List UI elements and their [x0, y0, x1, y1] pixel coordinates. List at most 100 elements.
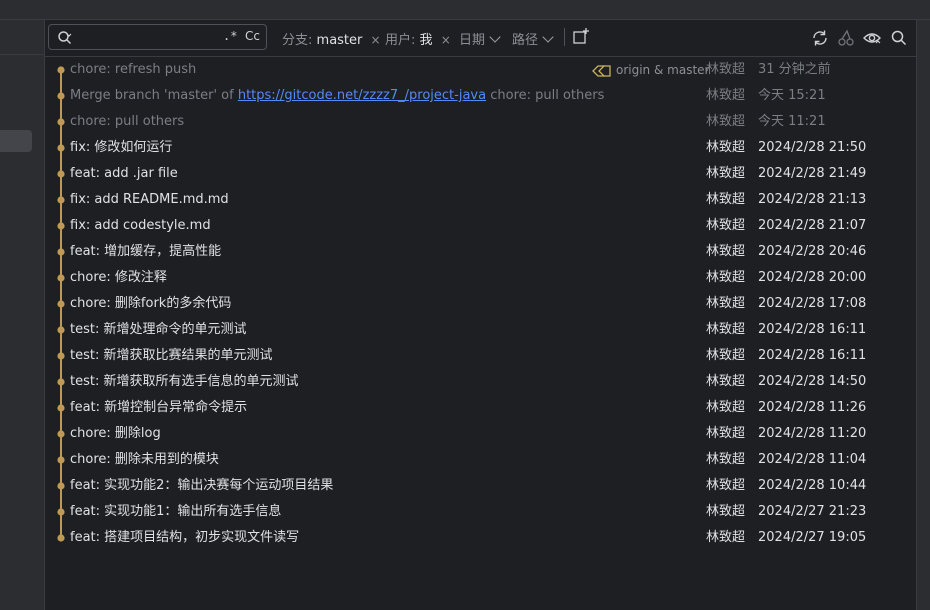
- chevron-down-icon: [542, 31, 554, 43]
- commit-subject: fix: add README.md.md: [70, 192, 229, 207]
- user-filter-value: 我: [419, 33, 433, 48]
- commit-date: 2024/2/28 14:50: [758, 374, 867, 389]
- right-panel: [916, 20, 930, 610]
- path-filter-label: 路径: [512, 33, 539, 48]
- commit-row[interactable]: chore: 删除log 林致超 2024/2/28 11:20: [45, 421, 916, 447]
- commit-row[interactable]: fix: add README.md.md 林致超 2024/2/28 21:13: [45, 187, 916, 213]
- commit-subject: feat: 搭建项目结构，初步实现文件读写: [70, 530, 300, 545]
- search-icon[interactable]: [57, 30, 73, 46]
- commit-row[interactable]: feat: 新增控制台异常命令提示 林致超 2024/2/28 11:26: [45, 395, 916, 421]
- match-case-toggle[interactable]: Cc: [245, 29, 260, 43]
- commit-author: 林致超: [706, 452, 746, 467]
- commit-author: 林致超: [706, 296, 746, 311]
- commit-author: 林致超: [706, 192, 746, 207]
- commit-author: 林致超: [706, 218, 746, 233]
- commit-subject: test: 新增获取所有选手信息的单元测试: [70, 374, 299, 389]
- commit-refs: origin & master: [591, 57, 709, 83]
- commit-author: 林致超: [706, 166, 746, 181]
- commit-author: 林致超: [706, 504, 746, 519]
- commit-date: 2024/2/28 21:49: [758, 166, 867, 181]
- new-tab-icon[interactable]: [572, 27, 590, 45]
- commit-author: 林致超: [706, 478, 746, 493]
- commit-row[interactable]: feat: add .jar file 林致超 2024/2/28 21:49: [45, 161, 916, 187]
- commit-subject: fix: add codestyle.md: [70, 218, 211, 233]
- commit-subject: fix: 修改如何运行: [70, 140, 173, 155]
- commit-author: 林致超: [706, 270, 746, 285]
- commit-row[interactable]: chore: 删除fork的多余代码 林致超 2024/2/28 17:08: [45, 291, 916, 317]
- commit-date: 2024/2/28 16:11: [758, 322, 867, 337]
- commit-subject: test: 新增处理命令的单元测试: [70, 322, 247, 337]
- commit-date: 2024/2/28 16:11: [758, 348, 867, 363]
- commit-subject: chore: 删除fork的多余代码: [70, 296, 232, 311]
- commit-row[interactable]: feat: 实现功能1：输出所有选手信息 林致超 2024/2/27 21:23: [45, 499, 916, 525]
- commit-refs-label: origin & master: [616, 63, 710, 77]
- branch-tag-icon: [592, 64, 611, 77]
- commit-author: 林致超: [706, 62, 746, 77]
- git-log-panel: .* Cc 分支: master × 用户: 我 × 日期 路径 chore: …: [45, 20, 916, 610]
- commit-author: 林致超: [706, 348, 746, 363]
- commit-subject: feat: add .jar file: [70, 166, 178, 181]
- commit-row[interactable]: chore: 删除未用到的模块 林致超 2024/2/28 11:04: [45, 447, 916, 473]
- date-filter-label: 日期: [459, 33, 486, 48]
- commit-date: 2024/2/28 21:50: [758, 140, 867, 155]
- refresh-icon[interactable]: [811, 29, 829, 47]
- commit-author: 林致超: [706, 400, 746, 415]
- commit-subject-text: Merge branch 'master' of: [70, 88, 238, 103]
- search-input[interactable]: [81, 28, 215, 48]
- branch-filter-label: 分支:: [282, 33, 313, 48]
- commit-row[interactable]: chore: refresh push origin & master 林致超 31 …: [45, 57, 916, 83]
- commit-date: 31 分钟之前: [758, 62, 831, 77]
- commit-subject-link[interactable]: https://gitcode.net/zzzz7_/project-java: [238, 88, 486, 103]
- commit-author: 林致超: [706, 244, 746, 259]
- commit-subject-text: chore: pull others: [486, 88, 605, 103]
- left-panel: [0, 20, 45, 610]
- commit-author: 林致超: [706, 140, 746, 155]
- commit-subject: feat: 实现功能2：输出决赛每个运动项目结果: [70, 478, 334, 493]
- search-icon[interactable]: [890, 29, 908, 47]
- eye-icon[interactable]: [863, 29, 881, 47]
- commit-subject: feat: 新增控制台异常命令提示: [70, 400, 248, 415]
- cherry-pick-icon[interactable]: [837, 29, 855, 47]
- path-filter[interactable]: 路径: [512, 29, 554, 48]
- commit-author: 林致超: [706, 114, 746, 129]
- commit-subject: feat: 增加缓存，提高性能: [70, 244, 222, 259]
- commit-date: 2024/2/28 17:08: [758, 296, 867, 311]
- commit-date: 2024/2/28 21:07: [758, 218, 867, 233]
- commit-row[interactable]: feat: 搭建项目结构，初步实现文件读写 林致超 2024/2/27 19:05: [45, 525, 916, 551]
- commit-subject: chore: 删除log: [70, 426, 161, 441]
- date-filter[interactable]: 日期: [459, 29, 501, 48]
- commit-row[interactable]: test: 新增获取比赛结果的单元测试 林致超 2024/2/28 16:11: [45, 343, 916, 369]
- commit-subject: Merge branch 'master' of https://gitcode…: [70, 83, 604, 109]
- log-toolbar: .* Cc 分支: master × 用户: 我 × 日期 路径: [45, 20, 916, 57]
- branch-filter[interactable]: 分支: master ×: [282, 29, 381, 48]
- commit-date: 2024/2/28 20:00: [758, 270, 867, 285]
- commit-row[interactable]: chore: pull others 林致超 今天 11:21: [45, 109, 916, 135]
- search-box[interactable]: .* Cc: [48, 24, 267, 50]
- left-panel-selected-item[interactable]: [0, 130, 32, 152]
- branch-filter-value: master: [316, 33, 363, 48]
- commit-date: 今天 11:21: [758, 114, 826, 129]
- commit-row[interactable]: feat: 增加缓存，提高性能 林致超 2024/2/28 20:46: [45, 239, 916, 265]
- commit-row[interactable]: chore: 修改注释 林致超 2024/2/28 20:00: [45, 265, 916, 291]
- top-strip: [0, 0, 930, 20]
- commit-row[interactable]: test: 新增处理命令的单元测试 林致超 2024/2/28 16:11: [45, 317, 916, 343]
- commit-date: 今天 15:21: [758, 88, 826, 103]
- commit-row[interactable]: test: 新增获取所有选手信息的单元测试 林致超 2024/2/28 14:50: [45, 369, 916, 395]
- commit-date: 2024/2/28 11:26: [758, 400, 867, 415]
- regex-toggle[interactable]: .*: [223, 29, 237, 43]
- commit-row[interactable]: fix: add codestyle.md 林致超 2024/2/28 21:07: [45, 213, 916, 239]
- commit-row[interactable]: Merge branch 'master' of https://gitcode…: [45, 83, 916, 109]
- commit-date: 2024/2/28 10:44: [758, 478, 867, 493]
- commit-author: 林致超: [706, 426, 746, 441]
- user-filter-clear-icon[interactable]: ×: [441, 33, 451, 47]
- commit-subject: chore: 修改注释: [70, 270, 167, 285]
- commit-date: 2024/2/28 11:04: [758, 452, 867, 467]
- toolbar-separator: [564, 28, 565, 46]
- commit-subject: chore: refresh push: [70, 62, 197, 77]
- user-filter[interactable]: 用户: 我 ×: [385, 29, 451, 48]
- commit-subject: test: 新增获取比赛结果的单元测试: [70, 348, 273, 363]
- branch-filter-clear-icon[interactable]: ×: [371, 33, 381, 47]
- commit-row[interactable]: feat: 实现功能2：输出决赛每个运动项目结果 林致超 2024/2/28 10:…: [45, 473, 916, 499]
- commit-date: 2024/2/27 19:05: [758, 530, 867, 545]
- commit-row[interactable]: fix: 修改如何运行 林致超 2024/2/28 21:50: [45, 135, 916, 161]
